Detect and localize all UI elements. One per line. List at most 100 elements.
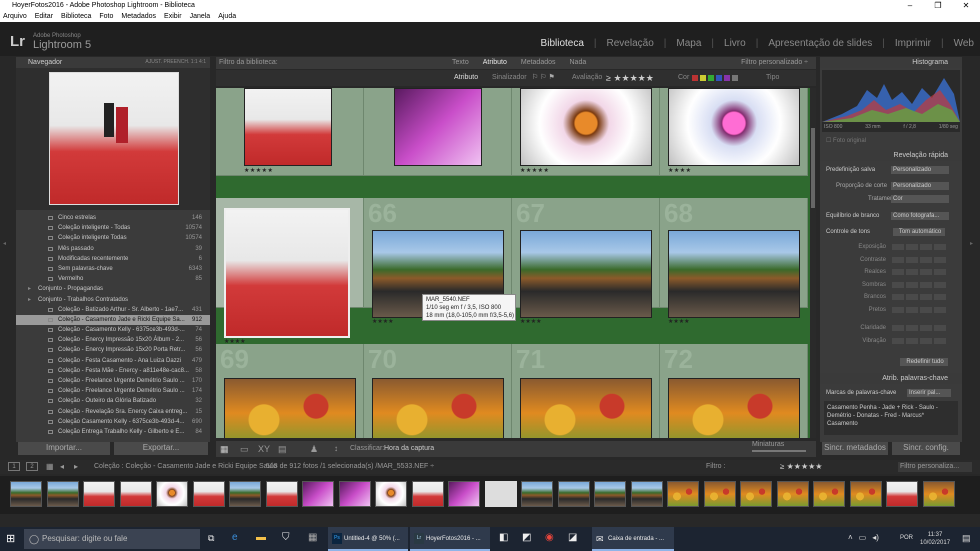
step-button[interactable] xyxy=(934,281,946,288)
photo-thumb[interactable] xyxy=(668,230,800,318)
module-apresentacao[interactable]: Apresentação de slides xyxy=(768,38,872,49)
slider-step-buttons[interactable] xyxy=(892,306,946,313)
filter-tab-nada[interactable]: Nada xyxy=(570,57,587,69)
collection-set[interactable]: ▸ Conjunto - Trabalhos Contratados xyxy=(16,295,210,305)
step-button[interactable] xyxy=(892,244,904,250)
filmstrip-thumb[interactable] xyxy=(813,481,845,507)
collection-item[interactable]: Coleção Casamento Kelly - 6375ce3b-493d-… xyxy=(16,417,210,427)
edge-icon[interactable]: e xyxy=(232,532,238,543)
photo-thumb[interactable] xyxy=(668,378,800,438)
collection-item[interactable]: Coleção inteligente Todas 10574 xyxy=(16,233,210,243)
crop-select[interactable]: Personalizado xyxy=(891,182,949,190)
collection-item[interactable]: Coleção - Revelação Sra. Enercy Caixa en… xyxy=(16,407,210,417)
filmstrip-rating-filter[interactable]: ≥ ★★★★★ xyxy=(780,460,822,474)
menu-exibir[interactable]: Exibir xyxy=(164,11,182,22)
filmstrip-thumb[interactable] xyxy=(594,481,626,507)
filmstrip-thumb[interactable] xyxy=(411,481,444,507)
filter-tab-metadados[interactable]: Metadados xyxy=(521,57,556,69)
step-button[interactable] xyxy=(934,294,946,300)
filmstrip-thumb[interactable] xyxy=(521,481,553,507)
collection-item[interactable]: Modificadas recentemente 6 xyxy=(16,254,210,264)
filter-tab-texto[interactable]: Texto xyxy=(452,57,469,69)
filmstrip-thumb-selected[interactable] xyxy=(484,481,517,507)
grid-cell[interactable]: ★★★★★ xyxy=(512,88,660,176)
filmstrip-thumb[interactable] xyxy=(630,481,663,507)
taskbar-app-photoshop[interactable]: Ps Untitled-4 @ 50% (... xyxy=(328,527,408,551)
reset-all-button[interactable]: Redefinir tudo xyxy=(900,358,948,366)
grid-cell[interactable]: 67 xyxy=(512,198,660,318)
menu-editar[interactable]: Editar xyxy=(35,11,53,22)
swatch-gray[interactable] xyxy=(732,75,738,81)
step-button[interactable] xyxy=(892,269,904,275)
photo-thumb[interactable] xyxy=(244,88,332,166)
grid-cell[interactable]: 68 xyxy=(660,198,808,318)
step-button[interactable] xyxy=(934,306,946,313)
swatch-purple[interactable] xyxy=(724,75,730,81)
slider-step-buttons[interactable] xyxy=(892,337,946,344)
filmstrip-thumb[interactable] xyxy=(10,481,42,507)
volume-icon[interactable]: ◂) xyxy=(872,533,879,542)
menu-ajuda[interactable]: Ajuda xyxy=(218,11,236,22)
menu-janela[interactable]: Janela xyxy=(190,11,211,22)
sync-settings-button[interactable]: Sincr. config. xyxy=(892,442,960,455)
step-button[interactable] xyxy=(906,269,918,275)
menu-arquivo[interactable]: Arquivo xyxy=(3,11,27,22)
step-button[interactable] xyxy=(892,256,904,263)
task-view-icon[interactable]: ⧉ xyxy=(208,533,214,544)
collection-item[interactable]: Sem palavras-chave 6343 xyxy=(16,264,210,274)
grid-cell[interactable]: ★★★★ xyxy=(660,88,808,176)
step-button[interactable] xyxy=(920,244,932,250)
filmstrip-thumb[interactable] xyxy=(338,481,371,507)
module-imprimir[interactable]: Imprimir xyxy=(895,38,931,49)
step-button[interactable] xyxy=(920,256,932,263)
close-button[interactable]: ✕ xyxy=(952,0,980,11)
thumbnail-size-slider[interactable] xyxy=(752,450,806,452)
photo-thumb[interactable] xyxy=(520,378,652,438)
collection-item[interactable]: Cinco estrelas 146 xyxy=(16,213,210,223)
histogram-header[interactable]: Histograma xyxy=(820,57,962,68)
menu-biblioteca[interactable]: Biblioteca xyxy=(61,11,91,22)
collection-item[interactable]: Coleção - Enercy Impressão 15x20 Porta R… xyxy=(16,345,210,355)
preset-select[interactable]: Personalizado xyxy=(891,166,949,174)
step-button[interactable] xyxy=(920,294,932,300)
grid-cell[interactable]: 69 xyxy=(216,344,364,438)
filmstrip-source-path[interactable]: Coleção : Coleção - Casamento Jade e Ric… xyxy=(94,460,277,474)
sort-select[interactable]: Hora da captura xyxy=(384,441,434,457)
filmstrip-thumb[interactable] xyxy=(448,481,480,507)
step-button[interactable] xyxy=(892,325,904,331)
step-button[interactable] xyxy=(906,294,918,300)
filter-preset-select[interactable]: Filtro personalizado ÷ xyxy=(741,57,808,69)
step-button[interactable] xyxy=(906,325,918,331)
collection-item[interactable]: Coleção - Enercy Impressão 15x20 Álbum -… xyxy=(16,335,210,345)
swatch-blue[interactable] xyxy=(716,75,722,81)
store-icon[interactable]: ⛉ xyxy=(282,532,290,543)
app-icon[interactable]: ◪ xyxy=(568,532,577,543)
step-button[interactable] xyxy=(920,269,932,275)
notifications-icon[interactable]: ▤ xyxy=(962,533,971,544)
photo-thumb[interactable] xyxy=(520,88,652,166)
step-button[interactable] xyxy=(892,306,904,313)
filmstrip-thumb[interactable] xyxy=(557,481,590,507)
compare-view-icon[interactable]: XY xyxy=(258,441,270,457)
step-button[interactable] xyxy=(934,244,946,250)
step-button[interactable] xyxy=(892,281,904,288)
filmstrip-thumb[interactable] xyxy=(375,481,407,507)
collection-set[interactable]: ▸ Conjunto - Propagandas xyxy=(16,284,210,294)
step-button[interactable] xyxy=(906,244,918,250)
loupe-view-icon[interactable]: ▭ xyxy=(240,441,249,457)
collection-item[interactable]: Coleção - Casamento Kelly - 6375ce3b-493… xyxy=(16,325,210,335)
filmstrip-thumb[interactable] xyxy=(192,481,225,507)
taskbar-app-lightroom[interactable]: Lr HoyerFotos2016 - ... xyxy=(410,527,490,551)
module-revelacao[interactable]: Revelação xyxy=(607,38,654,49)
keyword-header[interactable]: Atrib. palavras-chave xyxy=(820,373,962,384)
filmstrip-thumb[interactable] xyxy=(849,481,882,507)
filmstrip-thumb[interactable] xyxy=(667,481,699,507)
taskbar-search[interactable]: ◯ Pesquisar: digite ou fale xyxy=(24,529,200,549)
taskbar-app-mail[interactable]: ✉ Caixa de entrada - ... xyxy=(592,527,674,551)
forward-icon[interactable]: ▸ xyxy=(74,460,78,474)
photo-thumb[interactable] xyxy=(520,230,652,318)
explorer-icon[interactable]: ▬ xyxy=(256,532,266,543)
swatch-green[interactable] xyxy=(708,75,714,81)
collection-item[interactable]: Mês passado 39 xyxy=(16,244,210,254)
step-button[interactable] xyxy=(934,256,946,263)
